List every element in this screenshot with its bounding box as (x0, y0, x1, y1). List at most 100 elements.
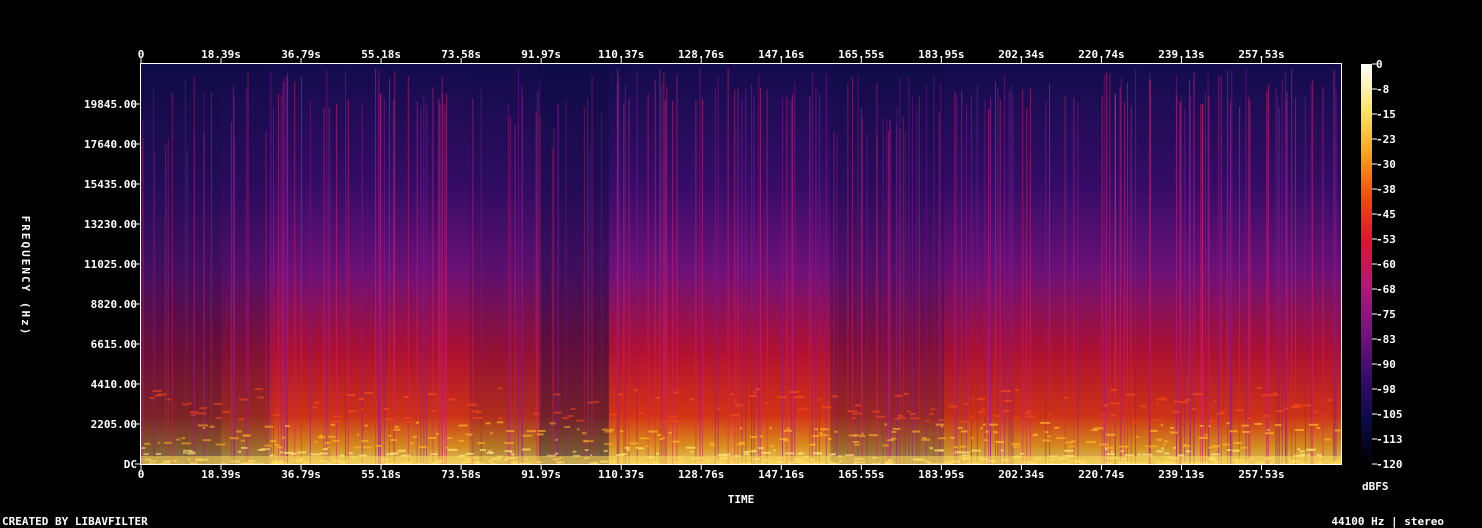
spectrogram-chart: 0 18.39s 36.79s 55.18s 73.58s 91.97s 110.37s 12… (2, 48, 1444, 528)
spectrogram-harmonic (236, 430, 242, 433)
spectrogram-harmonic (601, 428, 610, 431)
colorbar (1361, 64, 1372, 464)
spectrogram-harmonic (264, 444, 272, 447)
spectrogram-harmonic (1262, 414, 1270, 417)
spectrogram-harmonic (364, 424, 368, 427)
spectrogram-harmonic (1184, 398, 1190, 401)
spectrogram-harmonic (812, 452, 823, 455)
spectrogram-harmonic (447, 436, 452, 439)
spectrogram-harmonic (777, 420, 781, 423)
spectrogram-harmonic (279, 451, 283, 454)
spectrogram-harmonic (1064, 396, 1069, 399)
spectrogram-harmonic (479, 449, 486, 452)
spectrogram-harmonic (445, 446, 450, 449)
spectrogram-harmonic (1145, 445, 1149, 448)
y-tick-label: 11025.00 (84, 258, 137, 271)
spectrogram-harmonic (1064, 449, 1074, 452)
spectrogram-harmonic (939, 419, 944, 422)
spectrogram-harmonic (655, 396, 661, 399)
spectrogram-harmonic (458, 439, 465, 442)
spectrogram-harmonic (1229, 430, 1238, 433)
spectrogram-harmonic (659, 437, 664, 440)
spectrogram-harmonic (786, 427, 790, 430)
spectrogram-harmonic (1235, 409, 1244, 412)
spectrogram-harmonic (403, 396, 409, 399)
spectrogram-harmonic (239, 398, 248, 401)
spectrogram-harmonic (448, 398, 456, 401)
spectrogram-harmonic (190, 413, 197, 416)
spectrogram-harmonic (819, 432, 823, 435)
spectrogram-harmonic (1320, 414, 1325, 417)
spectrogram-harmonic (929, 447, 934, 450)
spectrogram-harmonic (769, 427, 772, 430)
spectrogram-harmonic (1100, 421, 1107, 424)
spectrogram-harmonic (882, 444, 889, 447)
colorbar-tick-label: -83 (1376, 333, 1396, 346)
spectrogram-harmonic (1102, 413, 1106, 416)
spectrogram-harmonic (327, 435, 336, 438)
spectrogram-harmonic (1173, 446, 1176, 449)
spectrogram-harmonic (629, 442, 639, 445)
spectrogram-harmonic (589, 454, 593, 457)
spectrogram-harmonic (1093, 427, 1104, 430)
spectrogram-harmonic (418, 446, 427, 449)
spectrogram-harmonic (152, 390, 162, 393)
spectrogram-harmonic (1032, 434, 1038, 437)
spectrogram-harmonic (1323, 438, 1331, 441)
spectrogram-harmonic (314, 401, 320, 404)
spectrogram-harmonic (330, 423, 336, 426)
spectrogram-harmonic (1011, 443, 1021, 446)
spectrogram-harmonic (910, 417, 919, 420)
colorbar-tick-label: -38 (1376, 183, 1396, 196)
spectrogram-harmonic (1290, 406, 1300, 409)
spectrogram-harmonic (237, 450, 242, 453)
spectrogram-harmonic (821, 406, 832, 409)
spectrogram-harmonic (1268, 393, 1279, 396)
spectrogram-harmonic (1025, 412, 1031, 415)
spectrogram-harmonic (257, 396, 265, 399)
spectrogram-harmonic (430, 453, 438, 456)
spectrogram-harmonic (1140, 405, 1147, 408)
spectrogram-harmonic (158, 441, 161, 444)
spectrogram-harmonic (1156, 403, 1159, 406)
spectrogram-harmonic (199, 407, 207, 410)
x-tick-label: 36.79s (281, 468, 321, 481)
spectrogram-harmonic (388, 434, 392, 437)
spectrogram-harmonic (1208, 424, 1211, 427)
spectrogram-harmonic (993, 431, 998, 434)
spectrogram-harmonic (406, 420, 412, 423)
x-tick-label: 165.55s (838, 468, 884, 481)
spectrogram-harmonic (1014, 416, 1019, 419)
spectrogram-harmonic (471, 410, 479, 413)
spectrogram-harmonic (553, 393, 561, 396)
spectrogram-harmonic (859, 434, 866, 437)
spectrogram-harmonic (537, 433, 544, 436)
spectrogram-harmonic (1222, 443, 1231, 446)
spectrogram-harmonic (1048, 413, 1052, 416)
spectrogram-harmonic (799, 452, 802, 455)
spectrogram-harmonic (1216, 412, 1225, 415)
spectrogram-harmonic (765, 402, 769, 405)
spectrogram-harmonic (1199, 425, 1204, 428)
spectrogram-harmonic (564, 425, 571, 428)
spectrogram-harmonic (989, 423, 998, 426)
spectrogram-harmonic (167, 398, 171, 401)
spectrogram-harmonic (215, 443, 226, 446)
colorbar-label: dBFS (1362, 480, 1389, 493)
spectrogram-harmonic (1185, 450, 1191, 453)
spectrogram-harmonic (209, 425, 215, 428)
spectrogram-harmonic (911, 430, 921, 433)
spectrogram-segment (539, 64, 609, 464)
x-tick-label: 257.53s (1238, 48, 1284, 61)
spectrogram-harmonic (892, 427, 901, 430)
spectrogram-harmonic (731, 414, 740, 417)
spectrogram-harmonic (238, 418, 245, 421)
spectrogram-harmonic (1156, 450, 1164, 453)
spectrogram-harmonic (1104, 448, 1108, 451)
spectrogram-harmonic (769, 445, 774, 448)
spectrogram-harmonic (1071, 440, 1076, 443)
spectrogram-harmonic (222, 410, 230, 413)
y-tick-label: 15435.00 (84, 178, 137, 191)
spectrogram-harmonic (1177, 454, 1185, 457)
spectrogram-harmonic (884, 423, 887, 426)
